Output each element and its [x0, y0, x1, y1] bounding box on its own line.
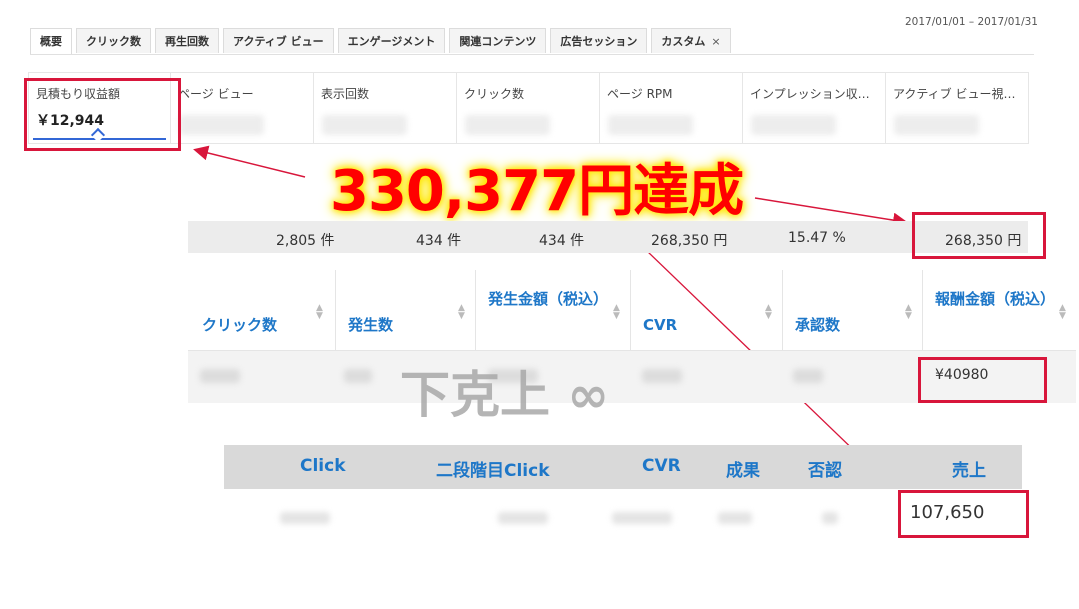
summary-value: 434 件 — [539, 233, 585, 249]
summary-row: 2,805 件 434 件 434 件 268,350 円 15.47 % 26… — [188, 221, 1028, 253]
column-header-clicks[interactable]: クリック数 ▲ ▼ — [188, 270, 335, 350]
summary-value: 15.47 % — [788, 230, 846, 246]
sort-icon[interactable]: ▲ ▼ — [613, 304, 620, 321]
summary-value: 2,805 件 — [276, 233, 335, 249]
highlight-box-sales — [898, 490, 1029, 538]
summary-value: 268,350 円 — [651, 233, 728, 249]
arrow-to-earnings — [193, 145, 306, 178]
column-label: 承認数 — [795, 316, 841, 334]
blurred-cell — [498, 512, 548, 524]
achievement-headline: 330,377円達成 — [330, 159, 744, 224]
column-label-second-click: 二段階目Click — [436, 461, 550, 481]
summary-value: 434 件 — [416, 233, 462, 249]
sales-table-row — [240, 494, 860, 542]
column-header-occurrences[interactable]: 発生数 ▲ ▼ — [335, 270, 475, 350]
column-header-reward[interactable]: 報酬金額（税込） ▲ ▼ — [922, 270, 1076, 350]
blurred-cell — [822, 512, 838, 524]
arrow-to-summary-total — [754, 197, 908, 228]
column-label-results: 成果 — [726, 461, 760, 481]
sort-icon[interactable]: ▲ ▼ — [458, 304, 465, 321]
column-label-sales: 売上 — [952, 461, 986, 481]
blurred-cell — [200, 369, 240, 383]
sort-icon[interactable]: ▲ ▼ — [316, 304, 323, 321]
sales-table-header: Click 二段階目Click CVR 成果 否認 売上 — [224, 445, 1022, 489]
column-label: 報酬金額（税込） — [935, 290, 1056, 308]
column-label-rejected: 否認 — [808, 461, 842, 481]
sort-icon[interactable]: ▲ ▼ — [1059, 304, 1066, 321]
blurred-cell — [280, 512, 330, 524]
highlight-box-reward — [918, 357, 1047, 403]
column-header-approved[interactable]: 承認数 ▲ ▼ — [782, 270, 922, 350]
column-label-click: Click — [300, 456, 346, 476]
blurred-cell — [612, 512, 672, 524]
column-label: 発生数 — [348, 316, 394, 334]
watermark-text: 下克上 ∞ — [400, 366, 610, 424]
blurred-cell — [718, 512, 752, 524]
column-label: CVR — [643, 316, 678, 334]
blurred-cell — [344, 369, 372, 383]
column-label-cvr: CVR — [642, 456, 681, 476]
column-label: クリック数 — [202, 316, 278, 334]
highlight-box-summary — [912, 212, 1046, 259]
blurred-cell — [642, 369, 682, 383]
column-header-amount[interactable]: 発生金額（税込） ▲ ▼ — [475, 270, 630, 350]
column-header-cvr[interactable]: CVR ▲ ▼ — [630, 270, 782, 350]
column-label: 発生金額（税込） — [488, 290, 609, 308]
sort-icon[interactable]: ▲ ▼ — [765, 304, 772, 321]
blurred-cell — [793, 369, 823, 383]
sort-icon[interactable]: ▲ ▼ — [905, 304, 912, 321]
